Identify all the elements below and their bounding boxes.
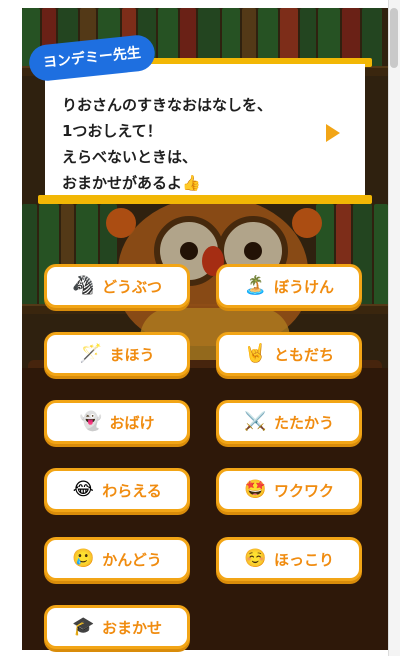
hand-sign-icon: 🤘 xyxy=(243,343,267,364)
ghost-icon: 👻 xyxy=(79,411,102,432)
genre-label: わらえる xyxy=(102,481,162,500)
genre-button-animals[interactable]: 🦓 どうぶつ xyxy=(44,264,190,308)
genre-button-magic[interactable]: 🪄 まほう xyxy=(44,332,190,376)
genre-label: まほう xyxy=(109,345,155,364)
scrollbar[interactable] xyxy=(390,8,398,68)
crossed-swords-icon: ⚔️ xyxy=(243,411,267,432)
genre-label: かんどう xyxy=(102,550,162,569)
genre-button-heartwarming[interactable]: ☺️ ほっこり xyxy=(216,537,362,581)
play-icon[interactable] xyxy=(326,124,340,142)
genre-label: ほっこり xyxy=(273,550,334,569)
genre-button-friends[interactable]: 🤘 ともだち xyxy=(216,332,362,376)
message-line: おまかせがあるよ👍 xyxy=(62,174,201,192)
genre-label: ともだち xyxy=(273,345,334,364)
genre-label: どうぶつ xyxy=(101,277,162,296)
genre-label: おばけ xyxy=(109,413,155,432)
genre-button-ghosts[interactable]: 👻 おばけ xyxy=(44,400,190,444)
genre-label: たたかう xyxy=(273,413,334,432)
island-icon: 🏝️ xyxy=(243,275,267,296)
smiling-face-icon: ☺️ xyxy=(243,548,267,569)
magic-wand-icon: 🪄 xyxy=(79,343,102,364)
genre-button-fighting[interactable]: ⚔️ たたかう xyxy=(216,400,362,444)
message-line: えらべないときは、 xyxy=(62,148,198,166)
browser-scroll-track xyxy=(388,0,400,656)
genre-button-adventure[interactable]: 🏝️ ぼうけん xyxy=(216,264,362,308)
genre-button-exciting[interactable]: 🤩 ワクワク xyxy=(216,468,362,512)
tape-bottom xyxy=(38,195,372,204)
genre-button-touching[interactable]: 🥲 かんどう xyxy=(44,537,190,581)
genre-button-funny[interactable]: 😂 わらえる xyxy=(44,468,190,512)
genre-label: おまかせ xyxy=(101,618,162,637)
message-line: 1つおしえて！ xyxy=(62,122,162,140)
zebra-icon: 🦓 xyxy=(71,275,95,296)
genre-label: ぼうけん xyxy=(273,277,334,296)
tearful-face-icon: 🥲 xyxy=(72,548,95,569)
graduation-cap-icon: 🎓 xyxy=(71,616,95,637)
genre-label: ワクワク xyxy=(273,481,334,500)
genre-button-omakase[interactable]: 🎓 おまかせ xyxy=(44,605,190,649)
star-struck-face-icon: 🤩 xyxy=(243,479,267,500)
message-line: りおさんのすきなおはなしを、 xyxy=(62,96,273,114)
speech-message: りおさんのすきなおはなしを、 1つおしえて！ えらべないときは、 おまかせがある… xyxy=(62,92,322,196)
laughing-face-icon: 😂 xyxy=(72,479,94,500)
left-margin xyxy=(0,0,22,656)
